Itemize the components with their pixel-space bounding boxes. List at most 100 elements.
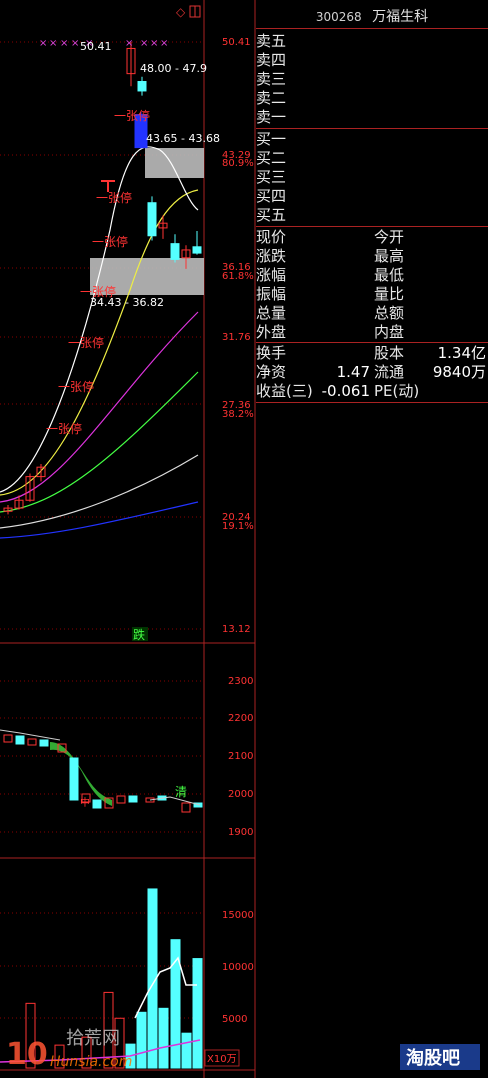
indicator-bar [3,734,13,743]
fundamental-label: 股本 [374,344,405,362]
quote-label: 涨跌 [256,247,287,265]
volume-axis-label: 10000 [222,962,254,973]
stock-code: 300268 [315,10,362,24]
x-marker: × [49,38,57,49]
buy-level-label: 买五 [256,206,287,224]
quote-label: 内盘 [374,323,405,341]
candle-body [170,243,180,260]
indicator-candles [0,729,203,813]
price-axis-label: 19.1% [222,521,254,532]
volume-bar [158,1007,169,1069]
quote-label: 总量 [256,304,287,322]
limit-up-tag-5: 一张停 [68,335,104,350]
x-marker: × [60,38,68,49]
fundamental-value: -0.061 [321,382,370,400]
limit-up-tag-4: 一张停 [80,284,116,299]
indicator-bar [39,739,49,747]
volume-bar [192,958,203,1069]
x-marker: × [125,38,133,49]
quote-label: 外盘 [256,323,287,341]
sell-level-label: 卖一 [256,108,287,126]
indicator-axis-label: 2000 [228,789,253,800]
mid-tag: 中 [80,796,90,809]
fundamental-label: 换手 [256,344,287,362]
svg-text:◇: ◇ [176,5,186,19]
volume-unit: X10万 [207,1054,237,1065]
clear-tag: 清 [175,785,187,799]
price-axis-label: 61.8% [222,271,254,282]
svg-text:拾荒网: 拾荒网 [66,1028,120,1049]
volume-axis: 15000 10000 5000 [222,910,254,1025]
diamond-icon[interactable]: ◇ [176,5,186,19]
limit-up-tag-6: 一张停 [58,379,94,394]
fundamental-label: 流通 [374,363,405,381]
stock-title: 300268 万福生科 [256,6,488,26]
indicator-bar [15,735,25,745]
price-axis: 50.4143.2980.9%36.1661.8%31.7627.3638.2%… [222,37,254,635]
limit-up-tag-1: 一张停 [114,108,150,123]
buy-level-label: 买二 [256,149,287,167]
indicator-axis-label: 2100 [228,751,253,762]
indicator-axis-label: 2200 [228,713,253,724]
sell-level-label: 卖五 [256,32,287,50]
x-marker: × [39,38,47,49]
indicator-bar [27,738,37,746]
fundamental-label: PE(动) [374,382,420,400]
indicator-axis: 2300 2200 2100 2000 1900 [228,676,253,838]
buy-level-label: 买四 [256,187,287,205]
quote-label: 现价 [256,228,287,246]
volume-axis-label: 5000 [222,1014,247,1025]
fundamental-value: 1.47 [336,363,370,381]
indicator-bar [128,795,138,803]
indicator-bar [92,799,102,809]
high-price-label: 50.41 [80,40,112,53]
price-axis-label: 50.41 [222,37,251,48]
price-axis-label: 13.12 [222,624,251,635]
x-marker: × [150,38,158,49]
quote-label: 涨幅 [256,266,287,284]
price-axis-label: 38.2% [222,409,254,420]
limit-up-tag-7: 一张停 [46,421,82,436]
price-axis-label: 80.9% [222,158,254,169]
candle-body [137,81,147,92]
sell-level-label: 卖三 [256,70,287,88]
indicator-bar [116,795,126,804]
quote-label: 总额 [374,304,405,322]
quote-label: 最低 [374,266,405,284]
quote-label: 振幅 [256,285,287,303]
limit-up-tag-3: 一张停 [92,234,128,249]
indicator-axis-label: 1900 [228,827,253,838]
stock-name: 万福生科 [372,9,429,25]
sell-level-label: 卖二 [256,89,287,107]
volume-bar [136,1011,147,1069]
high-range-label: 48.00 - 47.9 [140,62,207,75]
quote-label: 量比 [374,285,405,303]
indicator-axis-label: 2300 [228,676,253,687]
ma-line-blue [0,501,199,539]
fundamental-value: 9840万 [432,363,486,381]
x-marker: × [71,38,79,49]
quote-label: 最高 [374,247,405,265]
quote-label: 今开 [374,228,405,246]
candle-body [192,246,202,254]
volume-bar [181,1032,192,1069]
buy-level-label: 买三 [256,168,287,186]
indicator-bar [69,757,79,801]
fundamental-label: 净资 [256,363,287,381]
x-marker: × [160,38,168,49]
window-icon[interactable] [189,5,201,18]
limit-up-tag-2: 一张停 [96,190,132,205]
price-axis-label: 31.76 [222,332,251,343]
mid-range-label: 43.65 - 43.68 [146,132,220,145]
indicator-bar [181,802,191,813]
candle-body [147,202,157,237]
fundamental-value: 1.34亿 [437,344,486,362]
x-marker: × [140,38,148,49]
upper-target-zone [145,148,204,178]
svg-text:10: 10 [6,1037,48,1072]
quote-panel: 300268 万福生科 卖五 卖四 卖三 卖二 卖一 买一 买二 买三 买四 买五 现价 今开 涨跌 最高… [256,0,488,1078]
fall-tag: 跌 [133,627,145,642]
svg-text:Hunsia.com: Hunsia.com [50,1054,132,1070]
sell-level-label: 卖四 [256,51,287,69]
volume-axis-label: 15000 [222,910,254,921]
